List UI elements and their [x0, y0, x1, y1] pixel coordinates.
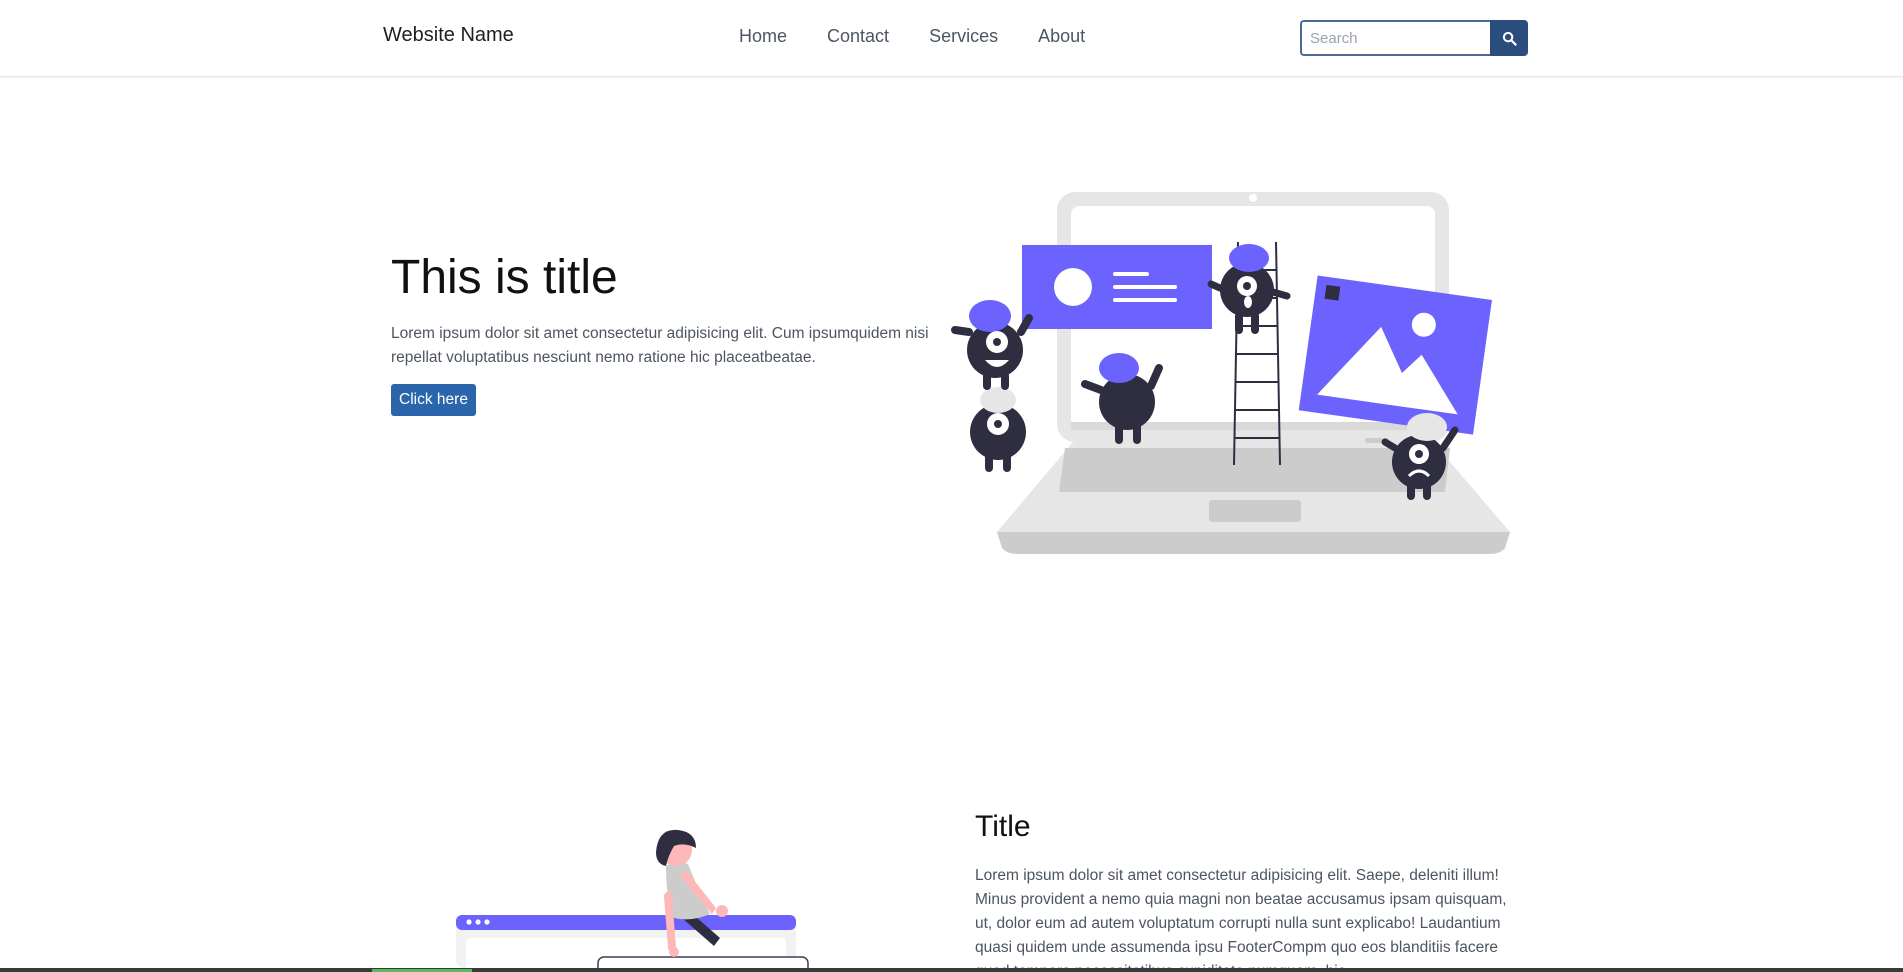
search-form	[1300, 20, 1528, 56]
hero-illustration	[951, 192, 1510, 554]
nav-link-about[interactable]: About	[1038, 26, 1085, 47]
section-title: Title	[975, 810, 1031, 843]
nav-link-home[interactable]: Home	[739, 26, 787, 47]
brand-link[interactable]: Website Name	[383, 24, 514, 47]
nav-links: Home Contact Services About	[739, 26, 1085, 47]
click-here-button[interactable]: Click here	[391, 384, 476, 416]
search-input[interactable]	[1300, 20, 1490, 56]
hero-title: This is title	[391, 251, 618, 304]
person-browser-illustration	[456, 829, 809, 968]
search-button[interactable]	[1490, 20, 1528, 56]
bottom-taskbar-edge	[0, 968, 1903, 972]
search-icon	[1502, 31, 1517, 46]
nav-link-contact[interactable]: Contact	[827, 26, 889, 47]
section-description: Lorem ipsum dolor sit amet consectetur a…	[975, 867, 1507, 972]
top-navbar: Website Name Home Contact Services About	[0, 0, 1903, 77]
hero-description: Lorem ipsum dolor sit amet consectetur a…	[391, 325, 929, 366]
nav-link-services[interactable]: Services	[929, 26, 998, 47]
